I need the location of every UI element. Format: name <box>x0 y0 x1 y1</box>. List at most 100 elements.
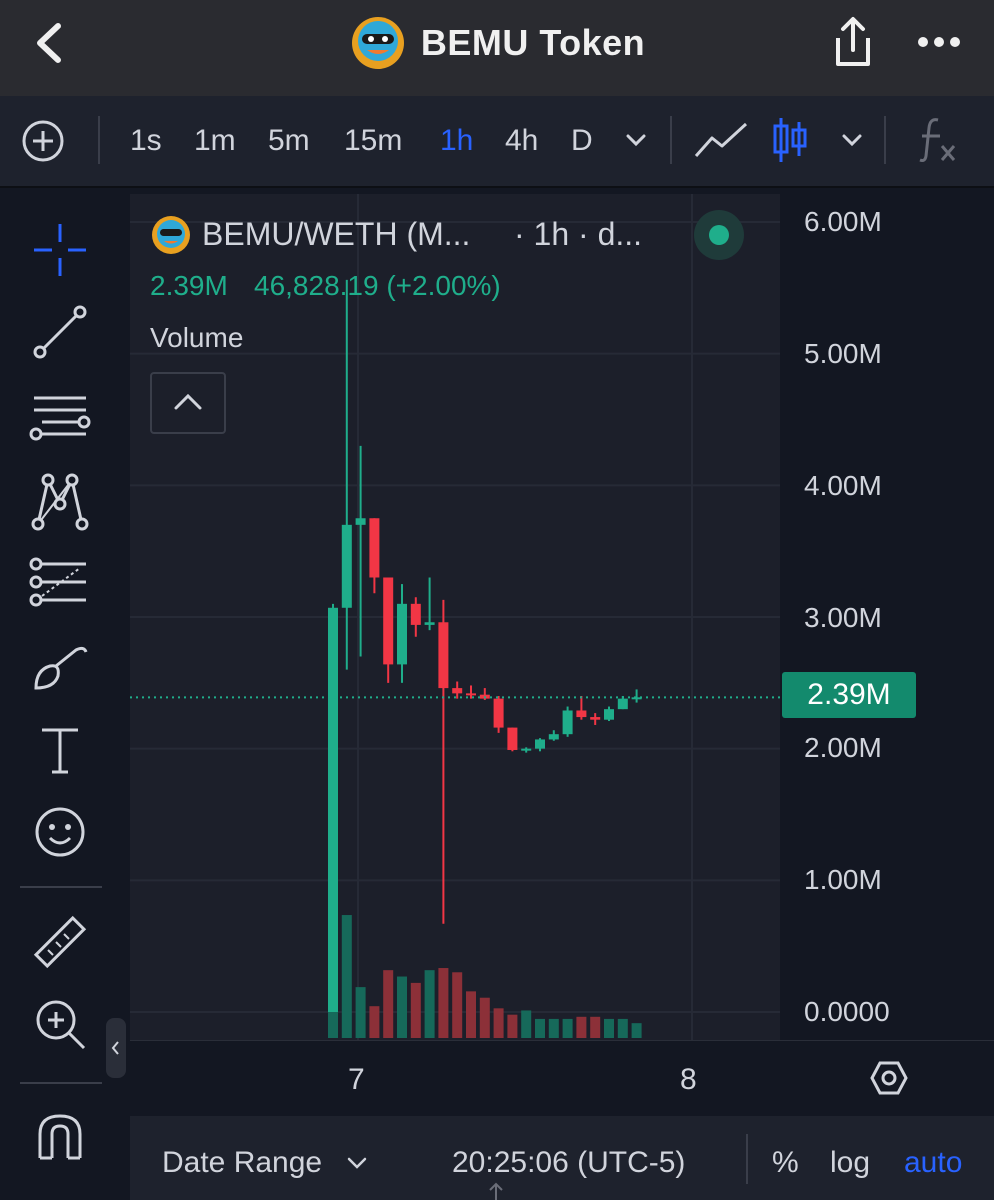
candle-body <box>452 688 463 694</box>
candle-body <box>507 727 518 750</box>
interval-d[interactable]: D <box>571 124 593 158</box>
date-range-button[interactable]: Date Range <box>162 1146 322 1180</box>
legend-price: 2.39M <box>150 270 228 301</box>
status-dot <box>709 225 729 245</box>
candle-body <box>369 518 380 578</box>
interval-4h[interactable]: 4h <box>505 124 538 158</box>
candle-body <box>328 607 338 1012</box>
share-icon <box>836 17 870 66</box>
volume-bar <box>521 1010 532 1038</box>
sidebar-divider <box>20 886 102 888</box>
fib-retracement-icon[interactable] <box>28 552 92 616</box>
market-status[interactable] <box>694 210 744 260</box>
ruler-icon[interactable] <box>28 910 92 974</box>
candle-body <box>410 603 421 625</box>
pattern-icon[interactable] <box>28 470 92 534</box>
price-axis[interactable]: 6.00M 5.00M 4.00M 3.00M 2.00M 1.00M 0.00… <box>782 194 994 1040</box>
chevron-down-icon[interactable] <box>840 132 864 148</box>
bottom-bar: Date Range 20:25:06 (UTC-5) % log auto <box>130 1116 994 1200</box>
emoji-icon[interactable] <box>28 800 92 864</box>
symbol-pair[interactable]: BEMU/WETH (M... <box>202 216 470 253</box>
toolbar-divider <box>98 116 100 164</box>
current-time[interactable]: 20:25:06 (UTC-5) <box>452 1146 685 1180</box>
candle-body <box>355 518 366 525</box>
candle-body <box>341 524 352 608</box>
volume-bar <box>438 968 449 1038</box>
candlestick-chart <box>130 194 780 1040</box>
percent-scale-toggle[interactable]: % <box>772 1146 799 1180</box>
candle-body <box>397 603 407 665</box>
chart-toolbar: 1s 1m 5m 15m 1h 4h D <box>0 96 994 188</box>
candle-body <box>548 734 559 740</box>
volume-bar <box>562 1018 573 1038</box>
interval-5m[interactable]: 5m <box>268 124 310 158</box>
volume-bar <box>369 1006 380 1038</box>
interval-1h[interactable]: 1h <box>440 124 473 158</box>
candle-body <box>493 698 504 728</box>
candle-body <box>521 748 532 751</box>
candle-body <box>617 698 628 710</box>
volume-legend-label: Volume <box>150 322 244 353</box>
volume-bar <box>424 970 435 1038</box>
chevron-left-icon <box>111 1041 119 1055</box>
current-price-badge: 2.39M <box>782 672 916 718</box>
time-axis[interactable]: 7 8 <box>130 1040 994 1117</box>
trend-line-icon[interactable] <box>28 300 92 364</box>
line-chart-icon[interactable] <box>694 120 748 160</box>
volume-bar <box>452 972 463 1038</box>
price-tick: 5.00M <box>804 338 882 369</box>
more-button[interactable] <box>916 30 962 54</box>
legend-change: 46,828.19 (+2.00%) <box>254 270 501 301</box>
log-scale-toggle[interactable]: log <box>830 1146 870 1180</box>
zoom-in-icon[interactable] <box>28 992 92 1056</box>
chevron-down-icon[interactable] <box>624 132 648 148</box>
interval-1m[interactable]: 1m <box>194 124 236 158</box>
volume-bar <box>631 1023 642 1038</box>
interval-1s[interactable]: 1s <box>130 124 162 158</box>
share-button[interactable] <box>830 16 876 70</box>
arrow-up-icon <box>489 1182 503 1200</box>
price-tick: 1.00M <box>804 864 882 895</box>
parallel-lines-icon[interactable] <box>28 386 92 450</box>
toolbar-divider <box>670 116 672 164</box>
price-tick: 6.00M <box>804 206 882 237</box>
time-tick: 7 <box>348 1063 365 1096</box>
volume-bar <box>355 987 366 1038</box>
candle-body <box>604 709 614 720</box>
token-logo <box>351 17 404 69</box>
app-header: BEMU Token <box>0 0 994 96</box>
volume-bar <box>590 1016 601 1038</box>
text-tool-icon[interactable] <box>28 718 92 782</box>
more-dots-icon <box>918 37 960 47</box>
interval-15m[interactable]: 15m <box>344 124 402 158</box>
volume-bar <box>341 915 352 1038</box>
price-tick: 0.0000 <box>804 996 890 1027</box>
collapse-legend-button[interactable] <box>150 372 226 434</box>
crosshair-icon[interactable] <box>28 218 92 282</box>
chart-pane[interactable]: BEMU/WETH (M... · 1h · d... 2.39M 46,828… <box>130 194 780 1040</box>
magnet-icon[interactable] <box>28 1106 92 1170</box>
collapse-sidebar-handle[interactable] <box>106 1018 126 1078</box>
candlestick-icon[interactable] <box>772 116 808 164</box>
time-tick: 8 <box>680 1063 697 1096</box>
settings-hexagon-icon[interactable] <box>870 1059 908 1097</box>
chevron-down-icon[interactable] <box>346 1156 368 1170</box>
volume-bar <box>576 1016 587 1038</box>
volume-bar <box>466 991 476 1038</box>
candle-body <box>424 622 435 625</box>
add-indicator-icon[interactable] <box>20 118 66 164</box>
page-title: BEMU Token <box>420 22 646 63</box>
price-tick: 3.00M <box>804 602 882 633</box>
token-logo <box>152 216 190 254</box>
chevron-up-icon <box>174 393 202 410</box>
volume-bar <box>397 976 407 1038</box>
auto-scale-toggle[interactable]: auto <box>904 1146 962 1180</box>
volume-bar <box>410 982 421 1038</box>
brush-icon[interactable] <box>28 636 92 700</box>
price-tick: 2.00M <box>804 732 882 763</box>
symbol-meta: · 1h · d... <box>514 216 643 252</box>
candle-body <box>562 710 573 735</box>
drawing-toolbar <box>0 188 126 1200</box>
indicators-fx-icon[interactable] <box>916 116 960 164</box>
volume-bar <box>617 1018 628 1038</box>
